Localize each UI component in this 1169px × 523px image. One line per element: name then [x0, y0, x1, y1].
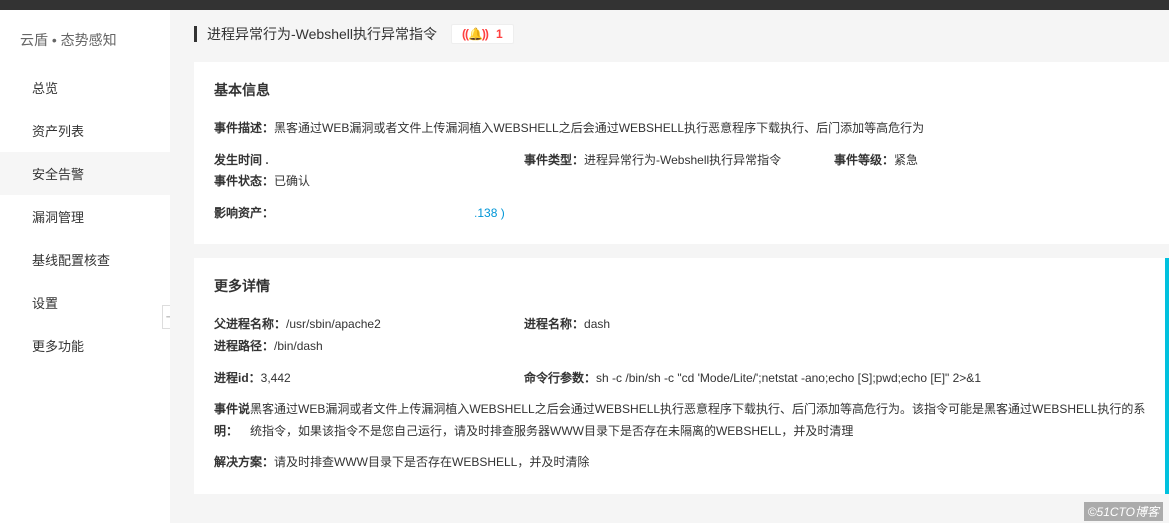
sidebar-item-vuln[interactable]: 漏洞管理	[0, 195, 170, 238]
parent-proc-label: 父进程名称：	[214, 314, 286, 336]
sidebar-item-assets[interactable]: 资产列表	[0, 109, 170, 152]
sidebar-item-alerts[interactable]: 安全告警	[0, 152, 170, 195]
pid-value: 3,442	[261, 368, 291, 390]
solution-label: 解决方案：	[214, 452, 274, 474]
event-time-value	[269, 150, 399, 172]
pid-label: 进程id：	[214, 368, 261, 390]
main-content: 进程异常行为-Webshell执行异常指令 ((🔔)) 1 基本信息 事件描述：…	[170, 10, 1169, 523]
watermark: ©51CTO博客	[1084, 502, 1163, 521]
cmd-label: 命令行参数：	[524, 368, 596, 390]
more-details-card: 更多详情 父进程名称： /usr/sbin/apache2 进程名称： dash…	[194, 258, 1169, 494]
affected-asset-label: 影响资产：	[214, 203, 274, 225]
event-explain-value: 黑客通过WEB漏洞或者文件上传漏洞植入WEBSHELL之后会通过WEBSHELL…	[250, 399, 1149, 442]
basic-info-card: 基本信息 事件描述： 黑客通过WEB漏洞或者文件上传漏洞植入WEBSHELL之后…	[194, 62, 1169, 244]
notification-pill[interactable]: ((🔔)) 1	[451, 24, 514, 44]
solution-value: 请及时排查WWW目录下是否存在WEBSHELL，并及时清除	[274, 452, 589, 474]
page-title: 进程异常行为-Webshell执行异常指令	[207, 24, 437, 44]
sidebar-item-baseline[interactable]: 基线配置核查	[0, 238, 170, 281]
proc-path-value: /bin/dash	[274, 336, 323, 358]
event-explain-label: 事件说明：	[214, 399, 250, 442]
sidebar-item-more[interactable]: 更多功能	[0, 324, 170, 367]
event-type-value: 进程异常行为-Webshell执行异常指令	[584, 150, 814, 172]
event-status-label: 事件状态：	[214, 171, 274, 193]
sidebar-item-overview[interactable]: 总览	[0, 66, 170, 109]
sidebar-item-settings[interactable]: 设置	[0, 281, 170, 324]
card-accent-strip	[1165, 258, 1169, 494]
notification-count: 1	[496, 27, 503, 41]
event-desc-value: 黑客通过WEB漏洞或者文件上传漏洞植入WEBSHELL之后会通过WEBSHELL…	[274, 118, 924, 140]
parent-proc-value: /usr/sbin/apache2	[286, 314, 381, 336]
bell-icon: ((🔔))	[462, 27, 488, 41]
proc-path-label: 进程路径：	[214, 336, 274, 358]
affected-asset-value[interactable]: .138 )	[274, 203, 505, 225]
basic-info-title: 基本信息	[214, 80, 1149, 100]
more-details-title: 更多详情	[214, 276, 1149, 296]
sidebar: 云盾 • 态势感知 总览 资产列表 安全告警 漏洞管理 基线配置核查 设置 更多…	[0, 10, 170, 523]
event-level-value: 紧急	[894, 150, 918, 172]
event-type-label: 事件类型：	[524, 150, 584, 172]
cmd-value: sh -c /bin/sh -c "cd 'Mode/Lite/';netsta…	[596, 368, 1016, 390]
event-desc-label: 事件描述：	[214, 118, 274, 140]
proc-name-label: 进程名称：	[524, 314, 584, 336]
side-nav: 总览 资产列表 安全告警 漏洞管理 基线配置核查 设置 更多功能	[0, 66, 170, 367]
event-status-value: 已确认	[274, 171, 310, 193]
event-time-label: 发生时间 .	[214, 150, 269, 172]
brand-title: 云盾 • 态势感知	[0, 10, 170, 66]
title-accent	[194, 26, 197, 42]
event-level-label: 事件等级：	[834, 150, 894, 172]
top-bar	[0, 0, 1169, 10]
proc-name-value: dash	[584, 314, 610, 336]
